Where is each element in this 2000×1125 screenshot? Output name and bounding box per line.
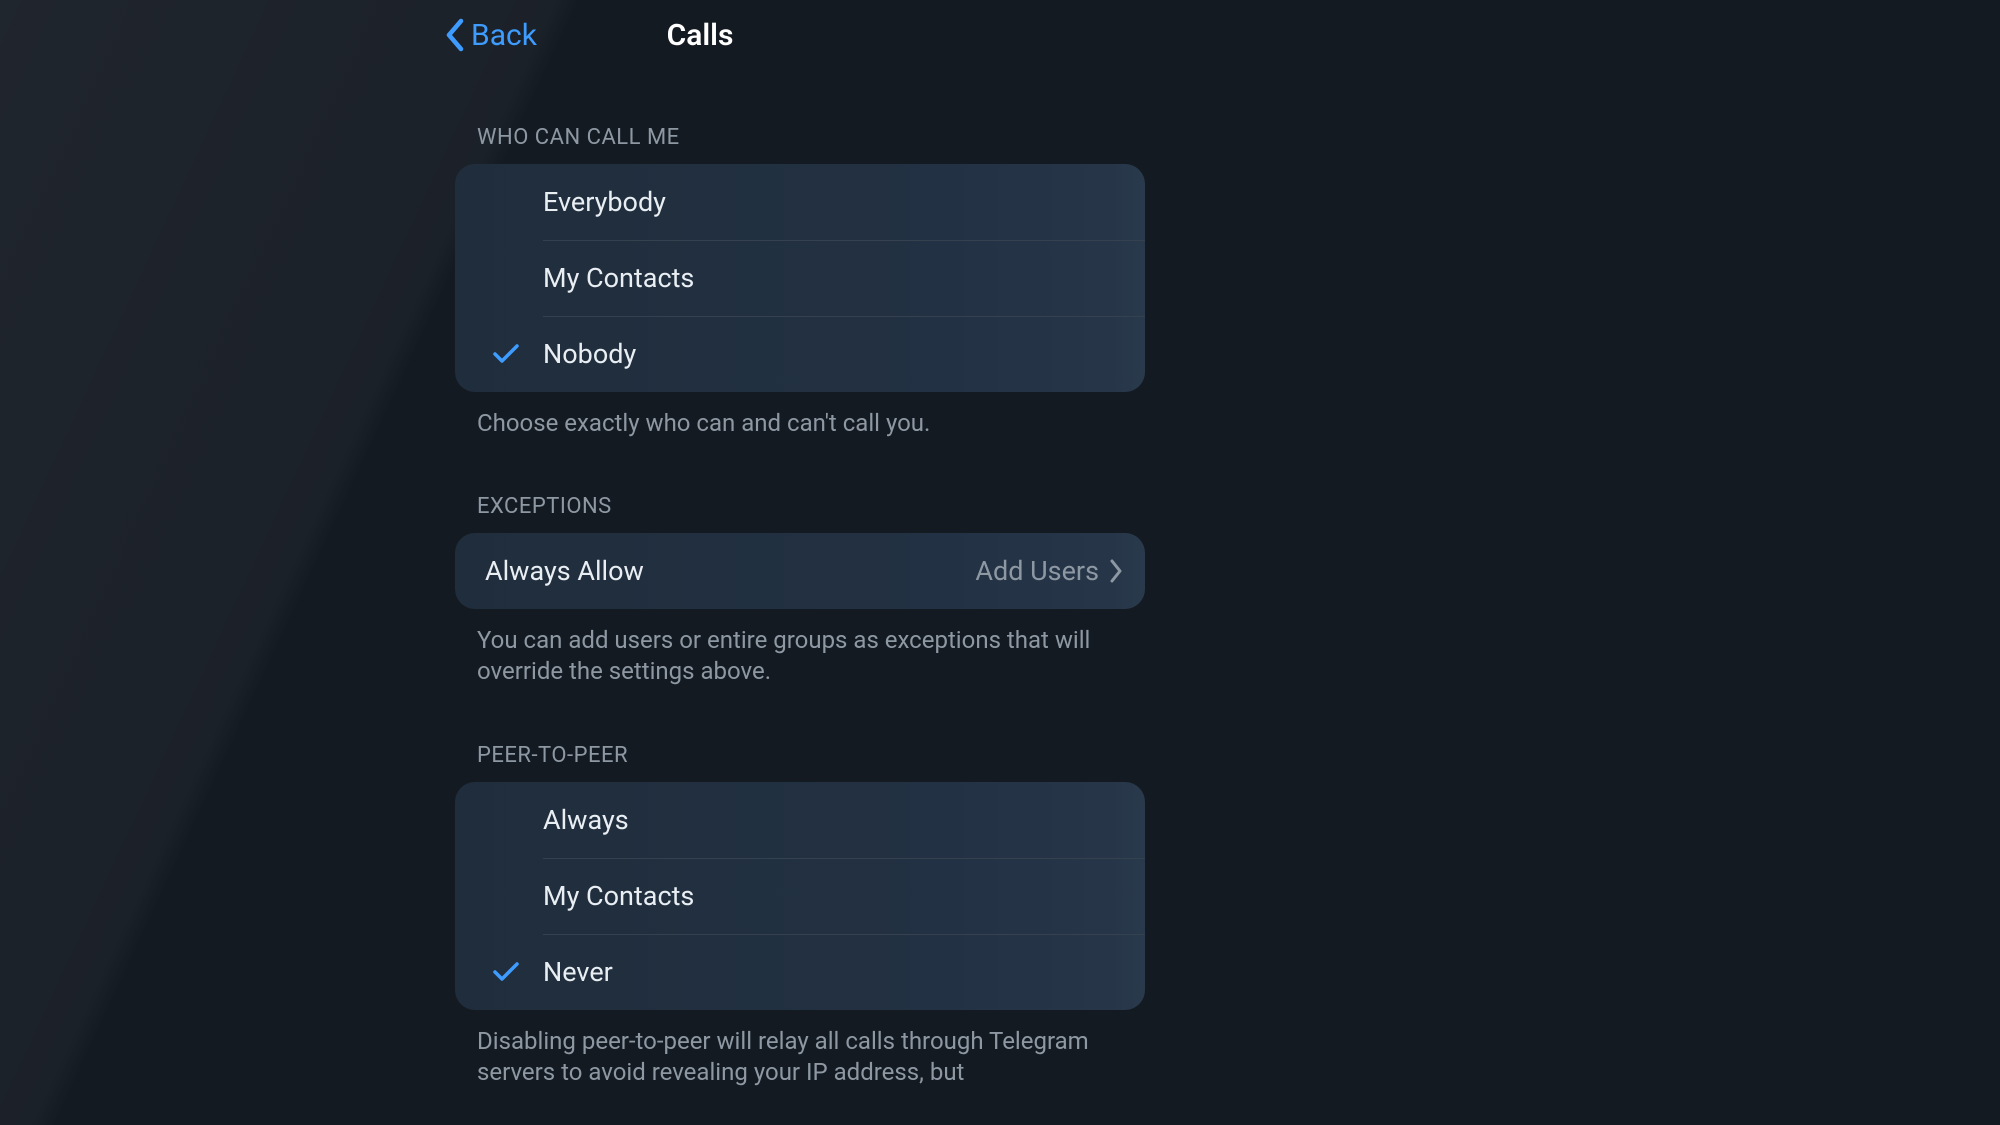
option-never[interactable]: Never bbox=[455, 934, 1145, 1010]
checkmark-icon bbox=[493, 344, 519, 364]
back-label: Back bbox=[471, 18, 537, 53]
panel-exceptions: Always Allow Add Users bbox=[455, 533, 1145, 609]
option-my-contacts[interactable]: My Contacts bbox=[455, 240, 1145, 316]
navbar: Back Calls bbox=[445, 0, 955, 70]
content-column: Back Calls WHO CAN CALL ME Everybody bbox=[445, 0, 1445, 1125]
page-title: Calls bbox=[667, 18, 734, 53]
chevron-right-icon bbox=[1109, 559, 1123, 583]
option-always[interactable]: Always bbox=[455, 782, 1145, 858]
section-footer: Disabling peer-to-peer will relay all ca… bbox=[477, 1026, 1117, 1088]
exceptions-always-allow-row[interactable]: Always Allow Add Users bbox=[455, 533, 1145, 609]
option-label: My Contacts bbox=[543, 880, 694, 912]
section-footer: You can add users or entire groups as ex… bbox=[477, 625, 1117, 687]
option-p2p-my-contacts[interactable]: My Contacts bbox=[455, 858, 1145, 934]
option-label: My Contacts bbox=[543, 262, 694, 294]
back-button[interactable]: Back bbox=[445, 18, 537, 53]
panel-peer-to-peer: Always My Contacts bbox=[455, 782, 1145, 1010]
row-value: Add Users bbox=[975, 555, 1099, 587]
section-header: PEER-TO-PEER bbox=[477, 743, 1445, 768]
screen: Back Calls WHO CAN CALL ME Everybody bbox=[0, 0, 2000, 1125]
section-header: WHO CAN CALL ME bbox=[477, 125, 1445, 150]
option-label: Everybody bbox=[543, 186, 666, 218]
section-peer-to-peer: PEER-TO-PEER Always bbox=[445, 743, 1445, 1088]
option-nobody[interactable]: Nobody bbox=[455, 316, 1145, 392]
chevron-left-icon bbox=[445, 18, 465, 52]
row-label: Always Allow bbox=[485, 555, 644, 587]
checkmark-icon bbox=[493, 962, 519, 982]
section-header: EXCEPTIONS bbox=[477, 494, 1445, 519]
section-exceptions: EXCEPTIONS Always Allow Add Users You ca… bbox=[445, 494, 1445, 687]
option-everybody[interactable]: Everybody bbox=[455, 164, 1145, 240]
option-label: Always bbox=[543, 804, 629, 836]
option-label: Nobody bbox=[543, 338, 636, 370]
option-label: Never bbox=[543, 956, 613, 988]
row-value-wrap: Add Users bbox=[975, 555, 1123, 587]
panel-who-can-call: Everybody My Contacts bbox=[455, 164, 1145, 392]
section-who-can-call: WHO CAN CALL ME Everybody bbox=[445, 125, 1445, 439]
section-footer: Choose exactly who can and can't call yo… bbox=[477, 408, 1117, 439]
